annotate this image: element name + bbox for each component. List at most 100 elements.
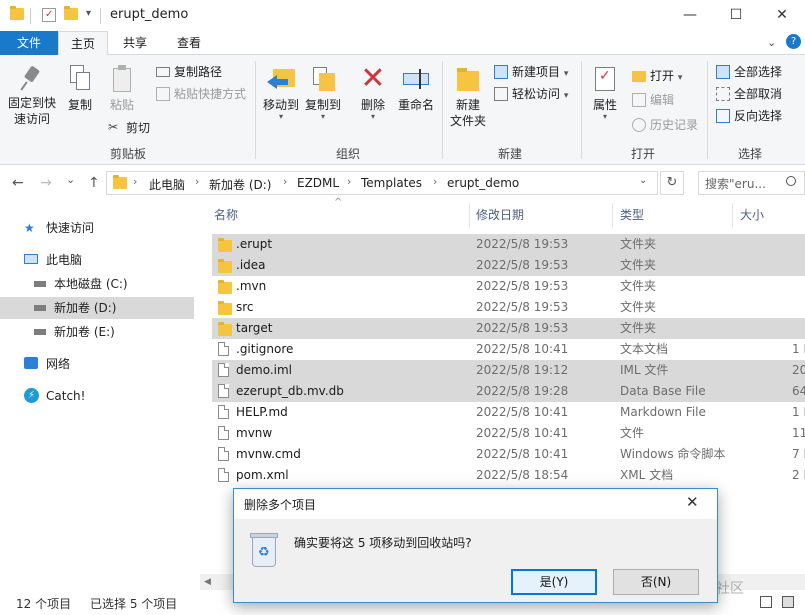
yes-button[interactable]: 是(Y) [511,569,597,595]
group-label-open: 打开 [630,147,655,161]
rename-button[interactable]: 重命名 [394,61,438,113]
new-folder-quick-icon[interactable] [64,6,78,22]
forward-arrow-icon[interactable]: → [40,175,52,191]
breadcrumb-erupt-demo[interactable]: erupt_demo [447,176,519,190]
table-row[interactable]: ezerupt_db.mv.db 2022/5/8 19:28 Data Base … [212,381,805,402]
sidebar-item-quick-access[interactable]: ★ 快速访问 [0,217,194,239]
dialog-title-bar: 删除多个项目 ✕ [234,489,717,519]
tab-share[interactable]: 共享 [110,31,160,55]
cut-button[interactable]: ✂ 剪切 [106,118,150,138]
pin-to-quick-access-button[interactable]: 固定到快 速访问 [4,61,60,127]
column-divider[interactable] [732,203,733,227]
delete-button[interactable]: ✕ 删除 ▾ [354,61,392,121]
sidebar-item-drive-c[interactable]: 本地磁盘 (C:) [0,273,194,295]
paste-shortcut-button[interactable]: 粘贴快捷方式 [154,84,246,104]
quick-access-dropdown-icon[interactable]: ▾ [86,8,91,19]
tab-home[interactable]: 主页 [58,31,108,56]
back-arrow-icon[interactable]: ← [12,175,24,191]
cell-date: 2022/5/8 19:53 [476,237,569,251]
invert-selection-button[interactable]: 反向选择 [714,106,782,126]
paste-icon [110,65,134,93]
sidebar-item-label: 此电脑 [46,253,83,267]
copy-path-label: 复制路径 [174,65,223,79]
drive-icon [34,281,46,287]
sidebar-item-this-pc[interactable]: 此电脑 [0,249,194,271]
easy-access-button[interactable]: 轻松访问 ▾ [492,84,568,104]
table-row[interactable]: mvnw 2022/5/8 10:41 文件 11 KB [212,423,805,444]
no-button[interactable]: 否(N) [613,569,699,595]
table-row[interactable]: HELP.md 2022/5/8 10:41 Markdown File 1 KB [212,402,805,423]
tab-file[interactable]: 文件 [0,31,58,55]
table-row[interactable]: target 2022/5/8 19:53 文件夹 [212,318,805,339]
column-divider[interactable] [612,203,613,227]
history-icon [632,118,646,132]
properties-button[interactable]: ✓ 属性 ▾ [586,61,624,121]
minimize-button[interactable]: — [667,0,713,31]
breadcrumb-templates[interactable]: Templates [361,176,422,190]
select-none-icon [716,87,730,101]
address-bar[interactable]: › 此电脑 › 新加卷 (D:) › EZDML › Templates › e… [106,171,658,195]
help-icon[interactable]: ? [786,34,801,49]
table-row[interactable]: src 2022/5/8 19:53 文件夹 [212,297,805,318]
cell-size: 11 KB [792,426,805,440]
edit-button[interactable]: 编辑 [630,90,674,110]
sidebar-item-label: 网络 [46,357,71,371]
table-row[interactable]: demo.iml 2022/5/8 19:12 IML 文件 20 KB [212,360,805,381]
select-none-button[interactable]: 全部取消 [714,84,782,104]
refresh-icon[interactable]: ↻ [660,171,684,195]
paste-button[interactable]: 粘贴 [104,61,140,113]
properties-quick-icon[interactable]: ✓ [42,8,56,22]
address-history-dropdown-icon[interactable]: ⌄ [639,175,647,186]
sidebar-item-catch[interactable]: ⚡ Catch! [0,385,194,407]
sidebar-item-label: 本地磁盘 (C:) [54,277,128,291]
copy-to-button[interactable]: 复制到 ▾ [302,61,344,121]
history-button[interactable]: 历史记录 [630,115,698,135]
sidebar-item-drive-e[interactable]: 新加卷 (E:) [0,321,194,343]
table-row[interactable]: .gitignore 2022/5/8 10:41 文本文档 1 KB [212,339,805,360]
cell-size: 20 KB [792,363,805,377]
copy-button[interactable]: 复制 [62,61,98,113]
select-all-button[interactable]: 全部选择 [714,62,782,82]
new-item-button[interactable]: 新建项目 ▾ [492,62,568,82]
breadcrumb-ezdml[interactable]: EZDML [297,176,339,190]
breadcrumb-this-pc[interactable]: 此电脑 [149,176,185,193]
sidebar-item-drive-d[interactable]: 新加卷 (D:) [0,297,194,319]
maximize-button[interactable]: ☐ [713,0,759,31]
cell-date: 2022/5/8 19:53 [476,279,569,293]
dialog-close-button[interactable]: ✕ [686,493,699,511]
close-window-button[interactable]: ✕ [759,0,805,31]
table-row[interactable]: mvnw.cmd 2022/5/8 10:41 Windows 命令脚本 7 KB [212,444,805,465]
table-row[interactable]: .mvn 2022/5/8 19:53 文件夹 [212,276,805,297]
copy-path-icon [156,67,170,77]
table-row[interactable]: .idea 2022/5/8 19:53 文件夹 [212,255,805,276]
details-view-icon[interactable] [760,596,772,608]
ribbon-separator [707,61,708,159]
cell-type: Windows 命令脚本 [620,447,726,461]
column-divider[interactable] [469,203,470,227]
table-row[interactable]: .erupt 2022/5/8 19:53 文件夹 [212,234,805,255]
new-folder-button[interactable]: 新建 文件夹 [446,61,490,129]
pin-label-2: 速访问 [13,112,50,126]
column-header-name[interactable]: 名称 [214,206,238,223]
move-to-button[interactable]: 移动到 ▾ [260,61,302,121]
recycle-bin-icon: ♻ [248,531,280,569]
tab-view[interactable]: 查看 [162,31,216,55]
open-button[interactable]: 打开 ▾ [630,66,682,86]
breadcrumb-drive-d[interactable]: 新加卷 (D:) [209,176,271,193]
pin-icon [20,65,43,91]
open-label: 打开 [650,69,675,83]
column-header-type[interactable]: 类型 [620,206,644,223]
collapse-ribbon-icon[interactable]: ⌄ [767,36,776,49]
recent-locations-icon[interactable]: ⌄ [66,173,75,186]
column-header-size[interactable]: 大小 [740,206,764,223]
column-header-date[interactable]: 修改日期 [476,206,524,223]
large-icons-view-icon[interactable] [782,596,794,608]
cell-name: src [236,300,254,314]
copy-path-button[interactable]: 复制路径 [154,62,222,82]
sidebar-item-network[interactable]: 网络 [0,353,194,375]
table-row[interactable]: pom.xml 2022/5/8 18:54 XML 文档 2 KB [212,465,805,486]
edit-label: 编辑 [650,93,675,107]
cell-date: 2022/5/8 19:53 [476,258,569,272]
up-arrow-icon[interactable]: ↑ [88,175,100,191]
scroll-left-icon[interactable]: ◀ [204,577,211,587]
